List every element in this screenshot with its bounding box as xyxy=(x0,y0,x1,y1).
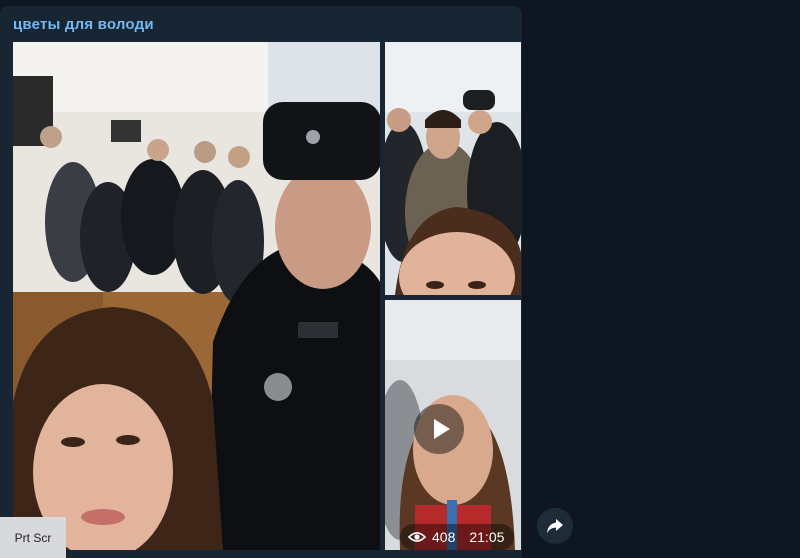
album-photo-main[interactable] xyxy=(13,42,380,550)
channel-name[interactable]: цветы для володи xyxy=(13,16,154,33)
photo-police-selfie xyxy=(13,42,380,550)
eye-icon xyxy=(408,532,426,542)
photo-crowd-selfie xyxy=(385,42,521,295)
message-meta: 408 21:05 xyxy=(400,524,515,550)
album-photo-secondary[interactable] xyxy=(385,42,521,295)
view-count: 408 xyxy=(432,529,456,545)
prtscr-overlay: Prt Scr xyxy=(0,517,66,558)
share-button[interactable] xyxy=(537,508,573,544)
channel-message: цветы для володи 408 21:05 xyxy=(0,6,522,558)
message-time: 21:05 xyxy=(469,529,505,545)
play-icon[interactable] xyxy=(414,404,464,454)
media-album xyxy=(13,42,521,550)
share-icon xyxy=(547,519,563,533)
